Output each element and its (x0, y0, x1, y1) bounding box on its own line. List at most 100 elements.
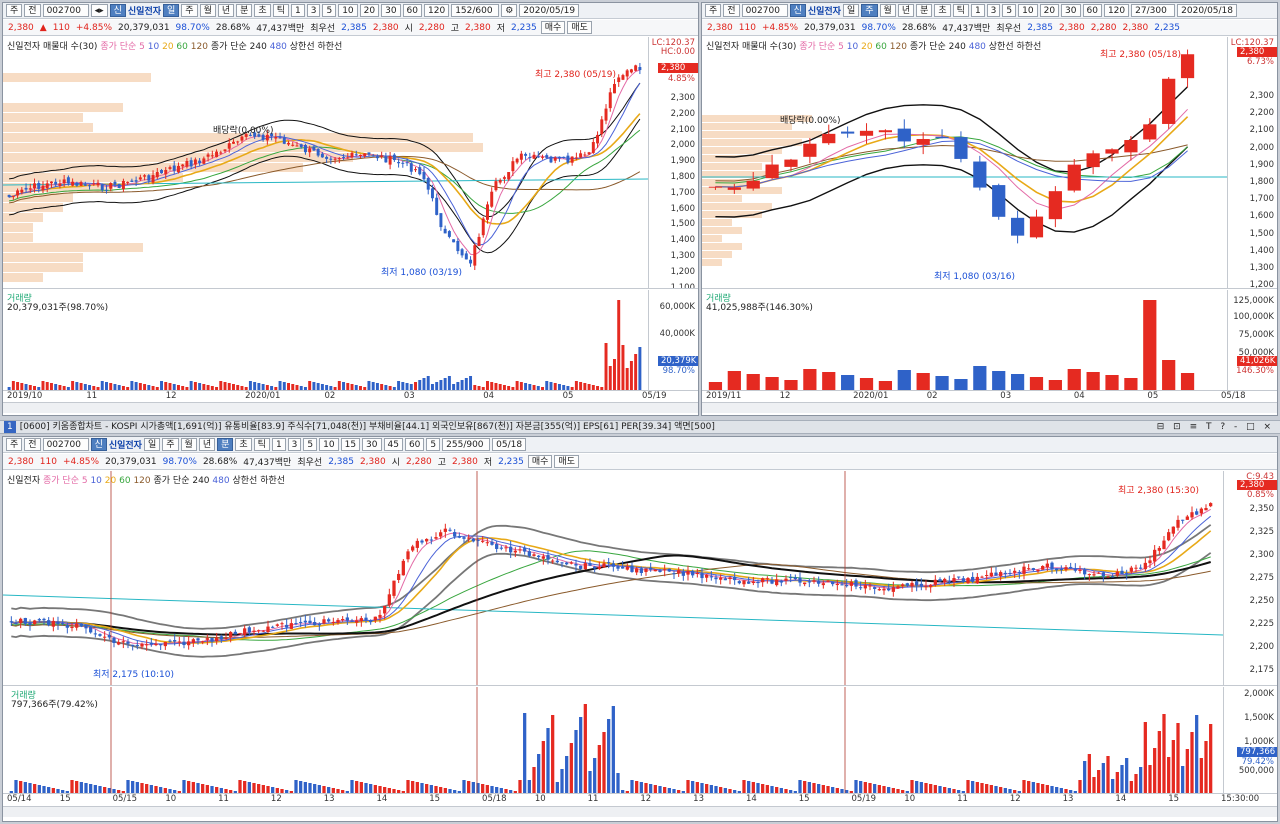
candle-body (58, 183, 62, 186)
n-1[interactable]: 1 (271, 438, 286, 451)
volume: 20,379,031 (105, 456, 157, 467)
buy-button[interactable]: 매수 (527, 455, 553, 468)
period-day[interactable]: 일 (143, 438, 161, 451)
volume-bar (28, 783, 32, 793)
n-120[interactable]: 120 (424, 4, 450, 17)
tools-icon[interactable]: ⚙ (501, 4, 518, 17)
volume-bar (198, 383, 202, 390)
market-select[interactable]: 전 (24, 4, 41, 17)
candle-body (79, 182, 83, 186)
volume-chart[interactable] (3, 687, 1223, 793)
buy-button[interactable]: 매수 (540, 21, 566, 34)
period-week[interactable]: 주 (162, 438, 179, 451)
candle-body (485, 542, 489, 544)
n-30[interactable]: 30 (1061, 4, 1081, 17)
price-axis[interactable]: LC:120.37 2,380 6.73% 2,300 2,200 2,100 2,0… (1227, 37, 1277, 288)
period-minute[interactable]: 분 (916, 4, 933, 17)
period-week[interactable]: 주 (181, 4, 198, 17)
period-tick[interactable]: 틱 (253, 438, 270, 451)
candle-body (289, 623, 293, 629)
n-10[interactable]: 10 (1018, 4, 1038, 17)
date-input[interactable]: 2020/05/18 (1177, 4, 1238, 17)
candle-body (422, 171, 426, 180)
candle-body (89, 627, 93, 633)
period-year[interactable]: 년 (897, 4, 915, 17)
low: 2,235 (511, 22, 537, 33)
legend-ma480: 480 (212, 476, 230, 486)
n-60[interactable]: 60 (402, 4, 422, 17)
candle-body (285, 624, 289, 628)
n-3[interactable]: 3 (306, 4, 321, 17)
n-60[interactable]: 60 (1082, 4, 1102, 17)
n-60[interactable]: 60 (404, 438, 425, 451)
n-30[interactable]: 30 (362, 438, 382, 451)
n-30[interactable]: 30 (381, 4, 401, 17)
candle-body (591, 142, 595, 153)
candle-body (145, 644, 149, 646)
n-1[interactable]: 1 (290, 4, 305, 17)
period-month[interactable]: 월 (199, 4, 216, 17)
menu-button[interactable]: 주 (6, 438, 23, 451)
period-week[interactable]: 주 (861, 4, 878, 17)
n-5[interactable]: 5 (322, 4, 337, 17)
period-minute[interactable]: 분 (236, 4, 253, 17)
n-120[interactable]: 120 (1103, 4, 1130, 17)
scrollbar[interactable] (3, 402, 698, 413)
period-tick[interactable]: 틱 (952, 4, 969, 17)
n-20[interactable]: 20 (1039, 4, 1060, 17)
n-1[interactable]: 1 (970, 4, 985, 17)
prev-next-icon[interactable]: ◂▸ (90, 4, 108, 17)
candle-body (342, 157, 346, 159)
period-second[interactable]: 초 (235, 438, 252, 451)
stock-code-input[interactable]: 002700 (42, 438, 89, 451)
minute-select[interactable]: 5 (426, 438, 441, 451)
toolbar-top: 주 전 002700 신 신일전자 일 주 월 년 분 초 틱 1 3 5 10… (3, 437, 1277, 453)
period-month[interactable]: 월 (180, 438, 197, 451)
scrollbar[interactable] (3, 806, 1277, 817)
count-input[interactable]: 152/600 (451, 4, 500, 17)
price-axis[interactable]: C:9.43 2,380 0.85% 2,350 2,325 2,300 2,275 2… (1223, 471, 1277, 685)
period-second[interactable]: 초 (254, 4, 271, 17)
stock-code-input[interactable]: 002700 (42, 4, 89, 17)
count-input[interactable]: 255/900 (442, 438, 491, 451)
count-input[interactable]: 27/300 (1131, 4, 1176, 17)
candle-body (373, 616, 377, 621)
n-10[interactable]: 10 (338, 4, 358, 17)
price-axis[interactable]: LC:120.37 HC:0.00 2,380 4.85% 2,300 2,200… (648, 37, 698, 288)
sell-button[interactable]: 매도 (554, 455, 579, 468)
price-chart[interactable] (702, 37, 1227, 289)
n-10[interactable]: 10 (319, 438, 339, 451)
sell-button[interactable]: 매도 (567, 21, 592, 34)
n-3[interactable]: 3 (986, 4, 1001, 17)
candle-body (1171, 526, 1175, 534)
n-5[interactable]: 5 (1002, 4, 1017, 17)
n-45[interactable]: 45 (383, 438, 403, 451)
n-5[interactable]: 5 (303, 438, 318, 451)
menu-button[interactable]: 주 (6, 4, 23, 17)
period-year[interactable]: 년 (198, 438, 216, 451)
price-chart[interactable] (3, 471, 1223, 686)
candle-body (229, 632, 233, 638)
candle-body (467, 537, 471, 539)
window-controls-icon[interactable]: ⊟ ⊡ ≡ T ? - □ × (1157, 421, 1274, 433)
period-tick[interactable]: 틱 (272, 4, 289, 17)
candle-body (336, 619, 340, 623)
n-15[interactable]: 15 (340, 438, 361, 451)
period-day[interactable]: 일 (842, 4, 860, 17)
market-select[interactable]: 전 (723, 4, 740, 17)
candle-body (532, 554, 536, 556)
period-day[interactable]: 일 (163, 4, 180, 17)
n-20[interactable]: 20 (359, 4, 380, 17)
scrollbar[interactable] (702, 402, 1277, 413)
n-3[interactable]: 3 (287, 438, 302, 451)
menu-button[interactable]: 주 (705, 4, 722, 17)
period-second[interactable]: 초 (934, 4, 951, 17)
market-select[interactable]: 전 (24, 438, 41, 451)
period-year[interactable]: 년 (217, 4, 235, 17)
period-minute[interactable]: 분 (217, 438, 234, 451)
period-month[interactable]: 월 (879, 4, 896, 17)
date-input[interactable]: 05/18 (492, 438, 527, 451)
stock-code-input[interactable]: 002700 (741, 4, 788, 17)
date-input[interactable]: 2020/05/19 (519, 4, 580, 17)
bid: 2,380 (359, 456, 386, 467)
